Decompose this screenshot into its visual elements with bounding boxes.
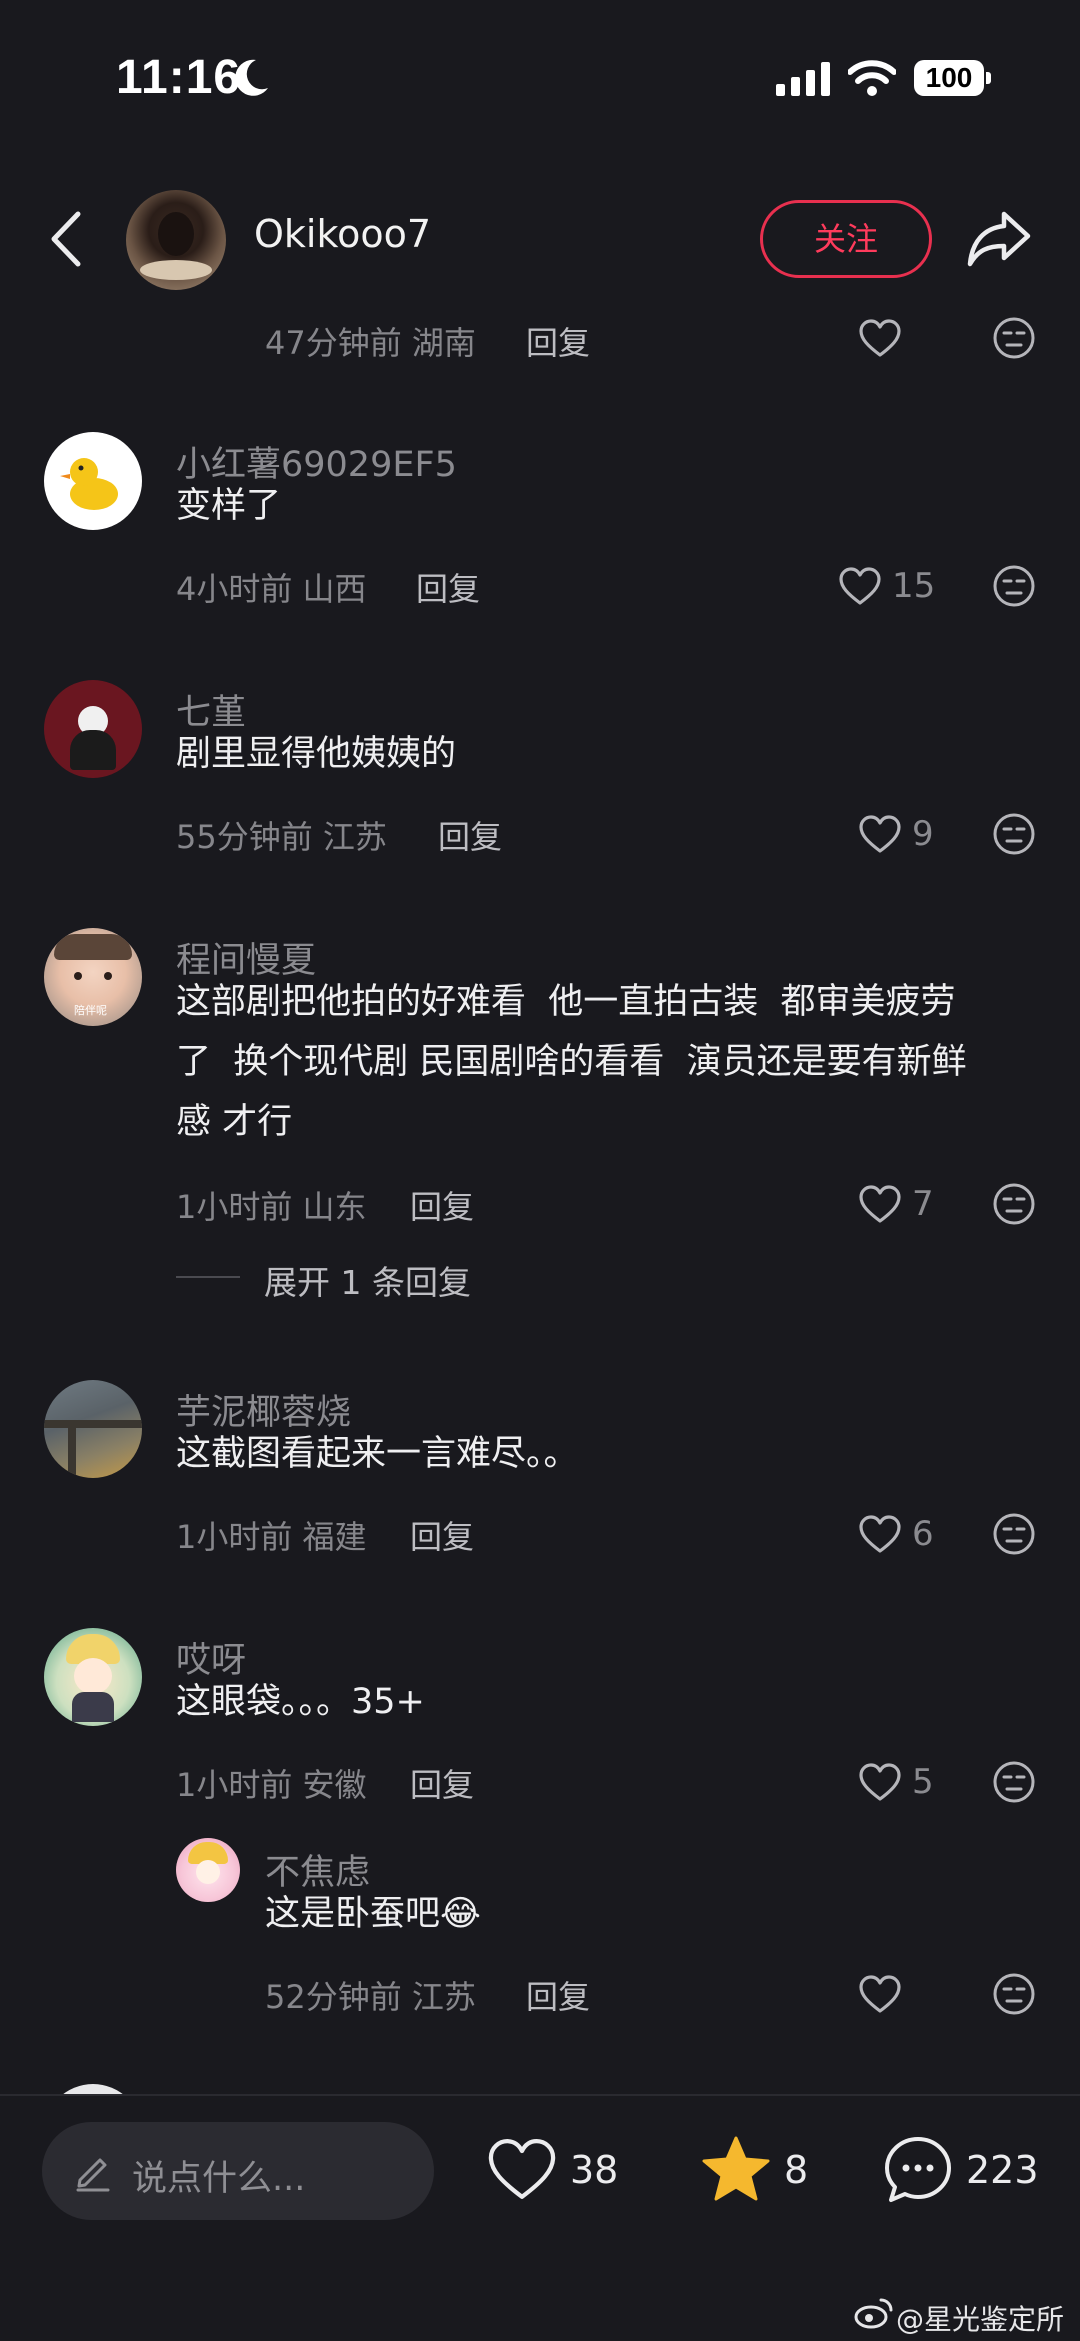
comment-input-placeholder[interactable]: 说点什么... bbox=[132, 2150, 305, 2201]
comment-text-line: 感 才行 bbox=[176, 1102, 293, 1142]
meh-face-icon[interactable] bbox=[992, 1182, 1036, 1226]
moon-icon bbox=[235, 59, 268, 96]
commenter-avatar[interactable] bbox=[44, 1380, 142, 1478]
meh-face-icon[interactable] bbox=[992, 1972, 1036, 2016]
heart-icon[interactable] bbox=[858, 1974, 902, 2014]
comment-text: 这截图看起来一言难尽。。 bbox=[176, 1434, 579, 1474]
comment-meta: 47分钟前 湖南 bbox=[265, 324, 476, 362]
commenter-avatar[interactable] bbox=[44, 1628, 142, 1726]
heart-icon[interactable] bbox=[486, 2136, 558, 2202]
comment-text-line: 了 换个现代剧 民国剧啥的看看 演员还是要有新鲜 bbox=[176, 1042, 967, 1082]
comment-text: 剧里显得他姨姨的 bbox=[176, 734, 457, 774]
bottom-divider bbox=[0, 2094, 1080, 2096]
reply-text: 这是卧蚕吧😂 bbox=[265, 1884, 481, 1944]
meh-face-icon[interactable] bbox=[992, 1760, 1036, 1804]
comment-item: 陪伴呢 程间慢夏 这部剧把他拍的好难看 他一直拍古装 都审美疲劳 了 换个现代剧… bbox=[0, 926, 1080, 1306]
like-total: 38 bbox=[570, 2148, 619, 2192]
comment-total: 223 bbox=[966, 2148, 1039, 2192]
sub-reply-item: 不焦虑 这是卧蚕吧😂 52分钟前 江苏 回复 bbox=[0, 1838, 1080, 2028]
chat-bubble-icon[interactable] bbox=[882, 2134, 954, 2206]
comment-meta: 55分钟前 江苏 bbox=[176, 818, 387, 856]
heart-icon[interactable] bbox=[858, 814, 902, 854]
comment-meta: 1小时前 福建 bbox=[176, 1518, 367, 1556]
commenter-avatar[interactable]: 陪伴呢 bbox=[44, 928, 142, 1026]
comment-meta: 1小时前 安徽 bbox=[176, 1766, 367, 1804]
heart-icon[interactable] bbox=[858, 1514, 902, 1554]
comment-meta: 4小时前 山西 bbox=[176, 570, 367, 608]
battery-tip bbox=[986, 72, 991, 84]
reply-meta: 52分钟前 江苏 bbox=[265, 1978, 476, 2016]
wifi-icon bbox=[848, 60, 896, 96]
heart-icon[interactable] bbox=[858, 1762, 902, 1802]
partial-comment: 47分钟前 湖南 回复 bbox=[0, 310, 1080, 370]
star-total: 8 bbox=[784, 2148, 809, 2192]
share-icon[interactable] bbox=[966, 208, 1034, 268]
status-time: 11:16 bbox=[116, 51, 242, 104]
laughing-crying-emoji: 😂 bbox=[440, 1894, 481, 1934]
reply-text-content: 这是卧蚕吧 bbox=[265, 1894, 441, 1934]
comment-text: 变样了 bbox=[176, 486, 282, 526]
author-avatar[interactable] bbox=[126, 190, 226, 290]
expand-divider bbox=[176, 1276, 240, 1278]
heart-icon[interactable] bbox=[858, 318, 902, 358]
commenter-avatar[interactable] bbox=[44, 432, 142, 530]
heart-icon[interactable] bbox=[838, 566, 882, 606]
battery-indicator: 100 bbox=[914, 60, 984, 96]
author-username[interactable]: Okikooo7 bbox=[254, 212, 431, 256]
signal-icon bbox=[776, 62, 830, 96]
avatar-caption: 陪伴呢 bbox=[74, 1004, 107, 1017]
meh-face-icon[interactable] bbox=[992, 316, 1036, 360]
comment-item: 七堇 剧里显得他姨姨的 55分钟前 江苏 回复 9 bbox=[0, 678, 1080, 868]
reply-button[interactable]: 回复 bbox=[416, 564, 480, 610]
meh-face-icon[interactable] bbox=[992, 1512, 1036, 1556]
heart-icon[interactable] bbox=[858, 1184, 902, 1224]
replier-avatar[interactable] bbox=[176, 1838, 240, 1902]
like-count: 5 bbox=[912, 1762, 934, 1802]
like-count: 7 bbox=[912, 1184, 934, 1224]
comment-item: 哎呀 这眼袋。。。35+ 1小时前 安徽 回复 5 bbox=[0, 1626, 1080, 1816]
comment-text: 这眼袋。。。35+ bbox=[176, 1682, 425, 1722]
expand-replies-button[interactable]: 展开 1 条回复 bbox=[264, 1256, 471, 1304]
like-count: 15 bbox=[892, 566, 936, 606]
like-count: 6 bbox=[912, 1514, 934, 1554]
comment-item: 芋泥椰蓉烧 这截图看起来一言难尽。。 1小时前 福建 回复 6 bbox=[0, 1378, 1080, 1568]
comment-item: 小红薯69029EF5 变样了 4小时前 山西 回复 15 bbox=[0, 430, 1080, 620]
weibo-icon bbox=[854, 2298, 893, 2329]
commenter-avatar[interactable] bbox=[44, 680, 142, 778]
duck-icon bbox=[60, 458, 118, 510]
reply-button[interactable]: 回复 bbox=[410, 1760, 474, 1806]
watermark-text: @星光鉴定所 bbox=[896, 2303, 1065, 2336]
comment-text-line: 这部剧把他拍的好难看 他一直拍古装 都审美疲劳 bbox=[176, 982, 956, 1022]
reply-button[interactable]: 回复 bbox=[438, 812, 502, 858]
follow-button[interactable]: 关注 bbox=[760, 200, 932, 278]
reply-button[interactable]: 回复 bbox=[410, 1182, 474, 1228]
meh-face-icon[interactable] bbox=[992, 564, 1036, 608]
meh-face-icon[interactable] bbox=[992, 812, 1036, 856]
pencil-icon bbox=[76, 2158, 110, 2192]
comment-meta: 1小时前 山东 bbox=[176, 1188, 367, 1226]
like-count: 9 bbox=[912, 814, 934, 854]
reply-button[interactable]: 回复 bbox=[526, 318, 590, 364]
star-icon[interactable] bbox=[700, 2134, 772, 2204]
back-arrow-icon[interactable] bbox=[46, 208, 86, 270]
reply-button[interactable]: 回复 bbox=[410, 1512, 474, 1558]
reply-button[interactable]: 回复 bbox=[526, 1972, 590, 2018]
